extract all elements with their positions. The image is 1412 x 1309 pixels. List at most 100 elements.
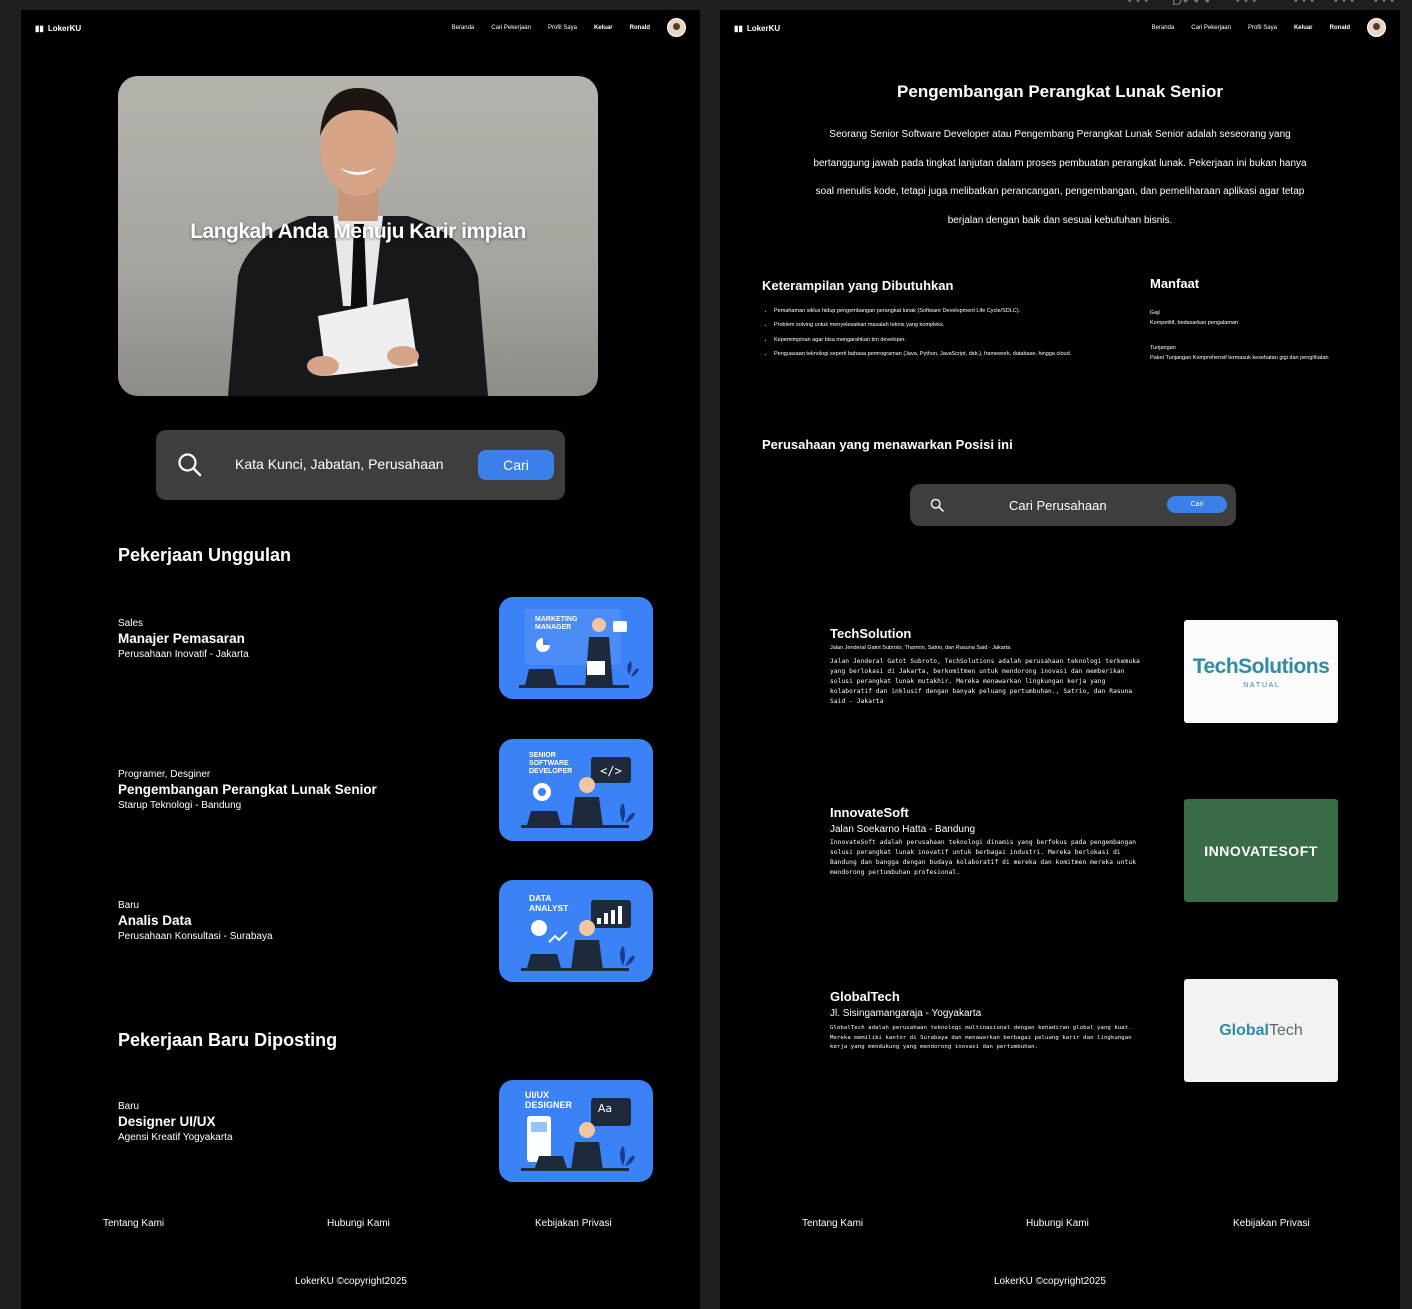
logo-text: TechSolutions (1192, 654, 1330, 678)
job-company: Perusahaan Konsultasi - Surabaya (118, 931, 273, 942)
canvas-frame-dots: • • • D• • • • • • • • • • • • • • • (1128, 0, 1396, 8)
hero-banner: Langkah Anda Menuju Karir impian (118, 76, 598, 396)
job-image-marketing-manager[interactable]: MARKETING MANAGER (499, 597, 653, 699)
companies-title: Perusahaan yang menawarkan Posisi ini (762, 437, 1013, 452)
job-image-label: DATA ANALYST (529, 893, 569, 913)
logo-text-part1: Global (1219, 1021, 1269, 1039)
skills-title: Keterampilan yang Dibutuhkan (762, 278, 954, 293)
home-page: ▮▮ LokerKU Beranda Cari Pekerjaan Profil… (21, 10, 700, 1309)
skills-list: Pemahaman siklus hidup pengembangan pera… (764, 308, 1124, 365)
job-image-uiux-designer[interactable]: Aa UI/UX DESIGNER (499, 1080, 653, 1182)
avatar[interactable] (667, 18, 686, 37)
logo-text: LokerKU (746, 23, 781, 33)
job-category: Programer, Desginer (118, 769, 211, 780)
company-address: Jl. Sisingamangaraja - Yogyakarta (830, 1008, 982, 1019)
nav-keluar[interactable]: Keluar (594, 25, 613, 31)
logo-icon: ▮▮ (734, 23, 743, 33)
footer-link-tentang-kami[interactable]: Tentang Kami (802, 1218, 863, 1229)
footer-link-kebijakan-privasi[interactable]: Kebijakan Privasi (535, 1218, 612, 1229)
skill-item: Penguasaan teknologi seperti bahasa pemr… (774, 351, 1124, 357)
svg-text:</>: </> (600, 764, 622, 778)
company-address: Jalan Jenderal Gatot Subroto, Thamrin, S… (830, 645, 1011, 651)
benefits-list: Gaji Kompetitif, bedasarkan pengalaman T… (1150, 308, 1329, 363)
job-search-bar: Kata Kunci, Jabatan, Perusahaan Cari (156, 430, 565, 500)
nav-cari-pekerjaan[interactable]: Cari Pekerjaan (1191, 25, 1231, 31)
company-logo-innovatesoft[interactable]: INNOVATESOFT (1184, 799, 1338, 902)
logo-text-part2: Tech (1268, 1021, 1303, 1039)
company-logo-techsolutions[interactable]: TechSolutions N A T U A L (1184, 620, 1338, 723)
job-description: Seorang Senior Software Developer atau P… (813, 129, 1307, 226)
job-title[interactable]: Pengembangan Perangkat Lunak Senior (118, 782, 418, 797)
company-logo-globaltech[interactable]: Global Tech (1184, 979, 1338, 1082)
job-title[interactable]: Designer UI/UX (118, 1114, 418, 1129)
copyright: LokerKU ©copyright2025 (295, 1276, 407, 1287)
navbar: ▮▮ LokerKU Beranda Cari Pekerjaan Profil… (21, 10, 700, 46)
footer-link-hubungi-kami[interactable]: Hubungi Kami (327, 1218, 390, 1229)
job-card[interactable]: Programer, Desginer Pengembangan Perangk… (118, 769, 418, 811)
job-category: Baru (118, 1101, 140, 1112)
hero-title: Langkah Anda Menuju Karir impian (190, 220, 526, 243)
svg-text:Aa: Aa (598, 1102, 612, 1115)
job-card[interactable]: Baru Analis Data Perusahaan Konsultasi -… (118, 900, 418, 942)
job-company: Perusahaan Inovatif - Jakarta (118, 649, 249, 660)
job-detail-page: ▮▮ LokerKU Beranda Cari Pekerjaan Profil… (720, 10, 1400, 1309)
search-button[interactable]: Cari (478, 450, 554, 480)
company-description: InnovateSoft adalah perusahaan teknologi… (830, 839, 1137, 876)
skill-item: Problem solving untuk menyelesaikan masa… (774, 322, 1124, 328)
job-title[interactable]: Analis Data (118, 913, 418, 928)
nav-username[interactable]: Ronald (1330, 25, 1350, 31)
company-description: GlobalTech adalah perusahaan teknologi m… (830, 1025, 1132, 1050)
footer-link-hubungi-kami[interactable]: Hubungi Kami (1026, 1218, 1089, 1229)
copyright: LokerKU ©copyright2025 (994, 1276, 1106, 1287)
company-name[interactable]: GlobalTech (830, 989, 1140, 1004)
benefits-title: Manfaat (1150, 276, 1200, 291)
logo-icon: ▮▮ (35, 23, 44, 33)
new-jobs-title: Pekerjaan Baru Diposting (118, 1030, 338, 1050)
company-name[interactable]: InnovateSoft (830, 805, 1140, 820)
job-card[interactable]: Sales Manajer Pemasaran Perusahaan Inova… (118, 618, 418, 660)
job-image-senior-software-developer[interactable]: </> SENIOR SOFTWARE DEVELOPER (499, 739, 653, 841)
skill-item: Kepemimpinan agar bisa mengarahkan tim d… (774, 337, 1124, 343)
search-icon (178, 453, 202, 477)
job-title[interactable]: Manajer Pemasaran (118, 631, 418, 646)
avatar[interactable] (1367, 18, 1386, 37)
company-description: Jalan Jenderal Gatot Subroto, TechSoluti… (830, 658, 1140, 705)
company-card[interactable]: TechSolution Jalan Jenderal Gatot Subrot… (830, 626, 1140, 707)
nav-cari-pekerjaan[interactable]: Cari Pekerjaan (491, 25, 531, 31)
job-image-label: MARKETING MANAGER (535, 616, 578, 631)
job-category: Sales (118, 618, 144, 629)
job-search-input[interactable]: Kata Kunci, Jabatan, Perusahaan (235, 456, 444, 472)
job-detail-title: Pengembangan Perangkat Lunak Senior (897, 82, 1223, 101)
nav-username[interactable]: Ronald (630, 25, 650, 31)
logo-text: INNOVATESOFT (1204, 842, 1318, 859)
company-address: Jalan Soekarno Hatta - Bandung (830, 824, 976, 835)
company-card[interactable]: InnovateSoft Jalan Soekarno Hatta - Band… (830, 805, 1140, 878)
job-image-data-analyst[interactable]: DATA ANALYST (499, 880, 653, 982)
nav-keluar[interactable]: Keluar (1294, 25, 1313, 31)
benefit-value: Kompetitif, bedasarkan pengalaman (1150, 320, 1239, 326)
footer-link-kebijakan-privasi[interactable]: Kebijakan Privasi (1233, 1218, 1310, 1229)
company-card[interactable]: GlobalTech Jl. Sisingamangaraja - Yogyak… (830, 989, 1140, 1053)
job-company: Agensi Kreatif Yogyakarta (118, 1132, 233, 1143)
nav-beranda[interactable]: Beranda (1152, 25, 1175, 31)
company-search-bar: Cari Perusahaan Cari (910, 484, 1236, 526)
company-search-input[interactable]: Cari Perusahaan (1009, 498, 1107, 513)
benefit-label: Tunjangan (1150, 345, 1176, 351)
navbar: ▮▮ LokerKU Beranda Cari Pekerjaan Profil… (720, 10, 1400, 46)
footer-link-tentang-kami[interactable]: Tentang Kami (103, 1218, 164, 1229)
nav-beranda[interactable]: Beranda (452, 25, 475, 31)
benefit-value: Paket Tunjangan Komprehensif termasuk ke… (1150, 355, 1329, 361)
company-search-button[interactable]: Cari (1167, 496, 1227, 513)
job-company: Starup Teknologi - Bandung (118, 800, 242, 811)
benefit-label: Gaji (1150, 310, 1160, 316)
featured-jobs-title: Pekerjaan Unggulan (118, 545, 292, 565)
logo[interactable]: ▮▮ LokerKU (734, 24, 780, 33)
logo-subtext: N A T U A L (1243, 681, 1279, 689)
nav-profil-saya[interactable]: Profil Saya (548, 25, 577, 31)
logo-text: LokerKU (47, 23, 82, 33)
company-name[interactable]: TechSolution (830, 626, 1140, 641)
nav-profil-saya[interactable]: Profil Saya (1248, 25, 1277, 31)
logo[interactable]: ▮▮ LokerKU (35, 24, 81, 33)
search-icon (930, 498, 944, 512)
job-card[interactable]: Baru Designer UI/UX Agensi Kreatif Yogya… (118, 1101, 418, 1143)
